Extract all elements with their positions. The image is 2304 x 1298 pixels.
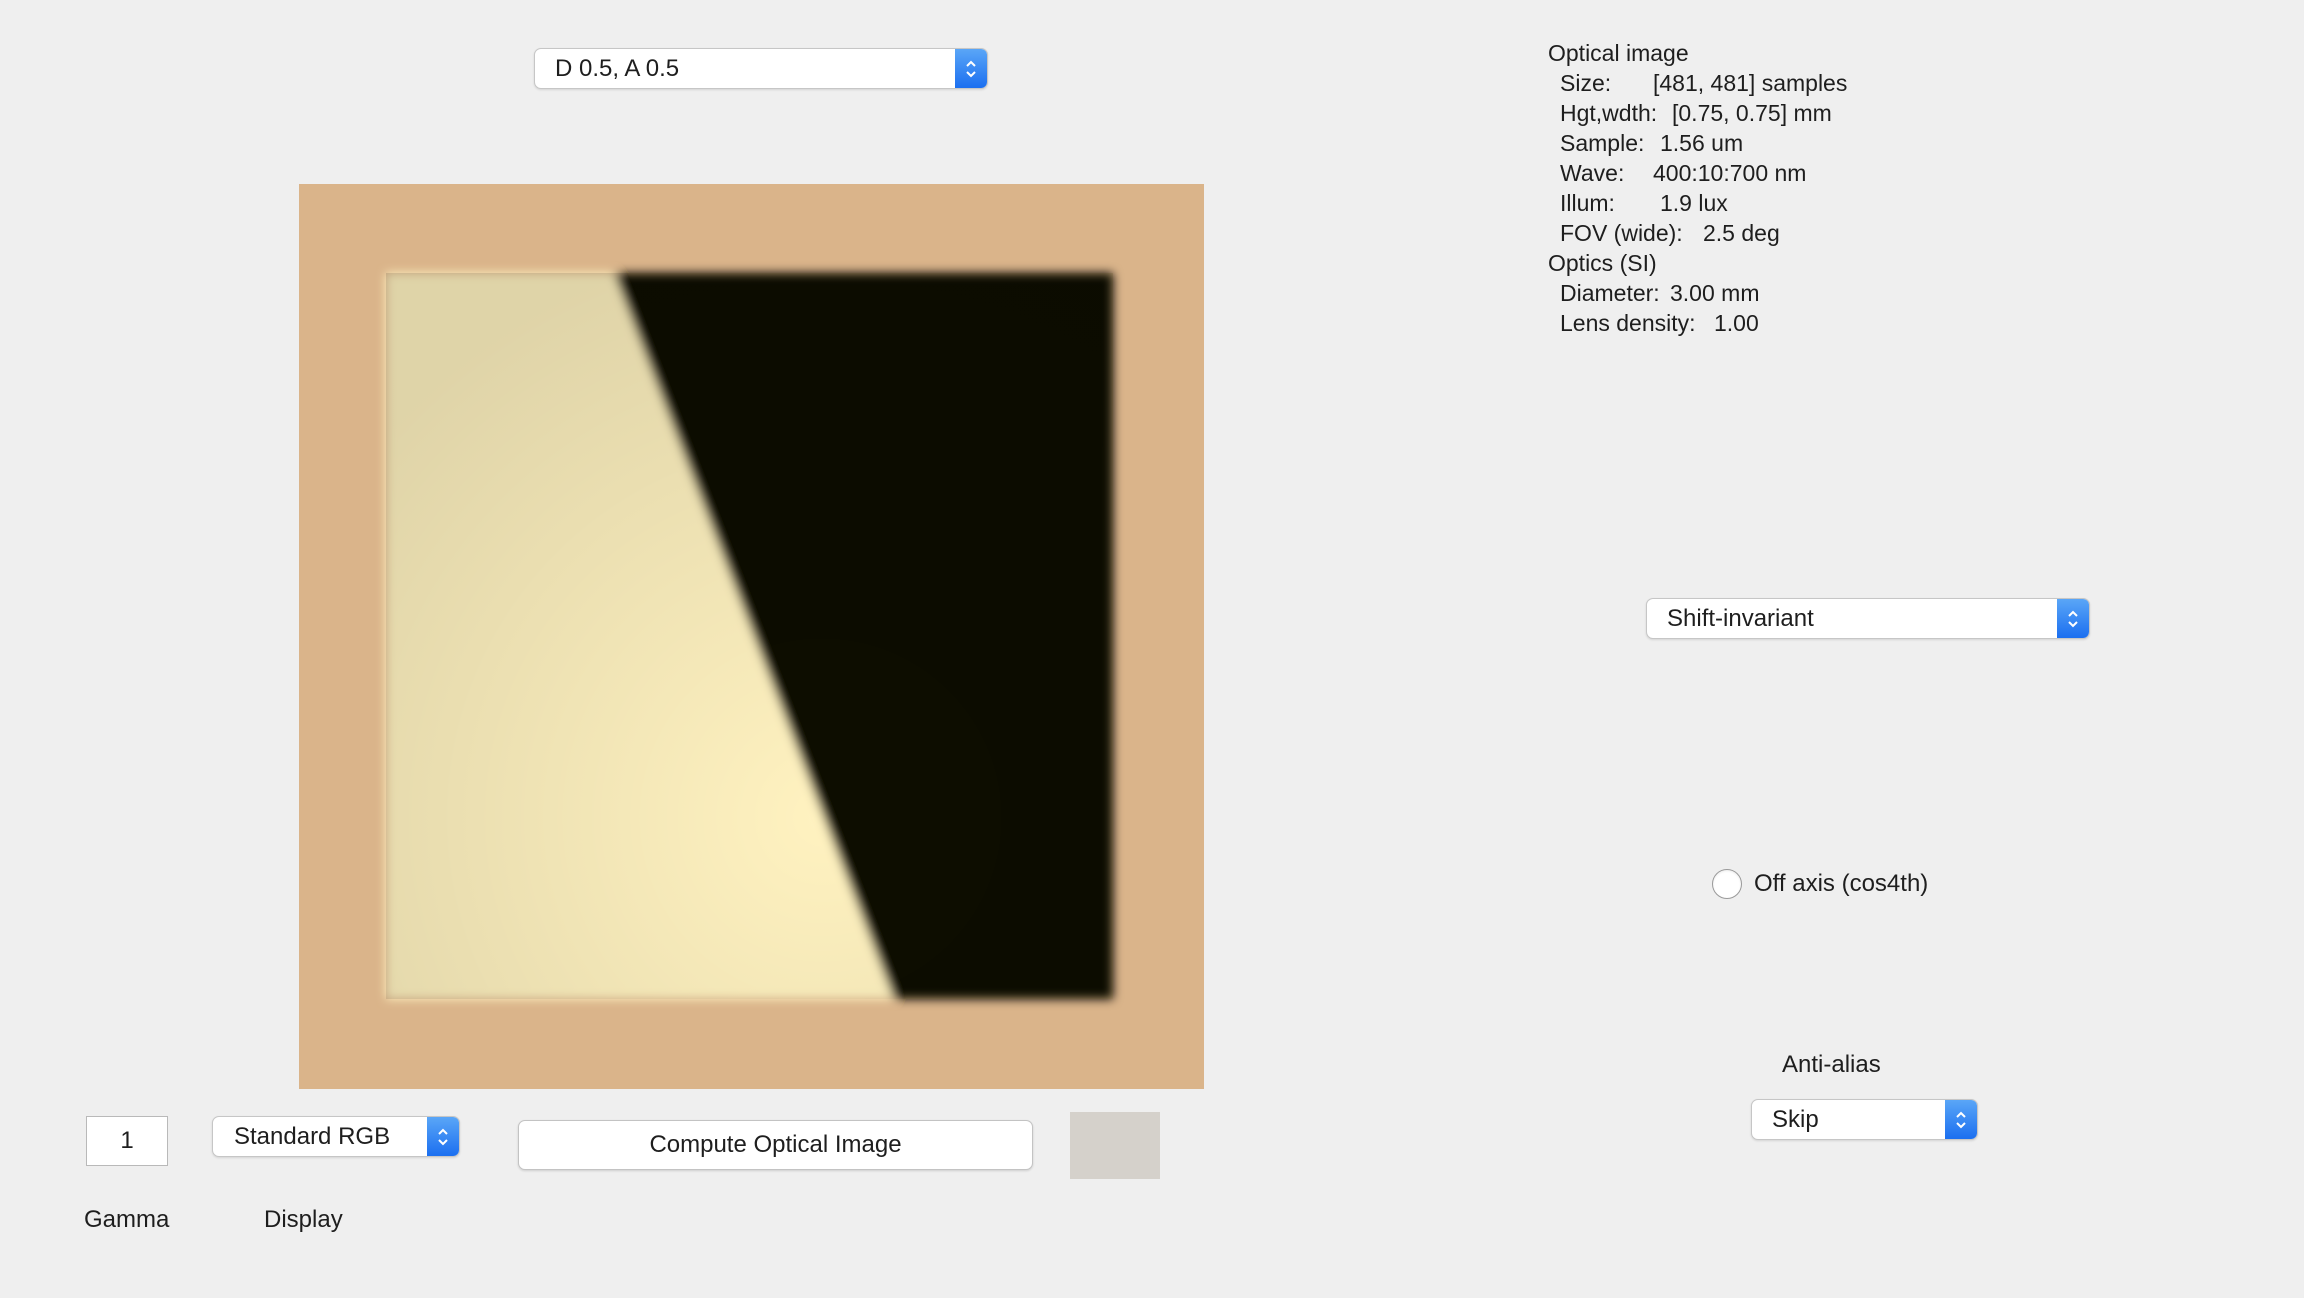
off-axis-radio[interactable]: Off axis (cos4th): [1712, 867, 1928, 901]
illum-value: 1.9 lux: [1660, 190, 1728, 216]
chevron-updown-icon: [427, 1117, 459, 1156]
anti-alias-label: Anti-alias: [1782, 1051, 1881, 1078]
lens-density-label: Lens density:: [1560, 310, 1696, 336]
chevron-updown-icon: [2057, 599, 2089, 638]
chevron-updown-icon: [1945, 1100, 1977, 1139]
optics-model-select[interactable]: Shift-invariant: [1646, 598, 2090, 639]
optics-model-value: Shift-invariant: [1667, 604, 1814, 632]
display-select-value: Standard RGB: [234, 1122, 391, 1150]
optical-image-heading: Optical image: [1548, 40, 1689, 66]
illum-label: Illum:: [1560, 190, 1615, 216]
compute-optical-image-button[interactable]: Compute Optical Image: [518, 1120, 1033, 1170]
wave-label: Wave:: [1560, 160, 1625, 186]
sample-label: Sample:: [1560, 130, 1645, 156]
chevron-updown-icon: [955, 49, 987, 88]
gamma-label: Gamma: [84, 1206, 170, 1233]
display-label: Display: [264, 1206, 343, 1233]
optical-image-view: [299, 184, 1204, 1089]
illuminant-select-value: D 0.5, A 0.5: [555, 54, 680, 82]
display-select[interactable]: Standard RGB: [212, 1116, 460, 1157]
size-label: Size:: [1560, 70, 1612, 96]
diameter-value: 3.00 mm: [1670, 280, 1760, 306]
sample-value: 1.56 um: [1660, 130, 1744, 156]
gamma-input[interactable]: [86, 1116, 168, 1166]
anti-alias-value: Skip: [1772, 1105, 1819, 1133]
anti-alias-select[interactable]: Skip: [1751, 1099, 1978, 1140]
optical-image-render: [386, 273, 1113, 999]
compute-button-label: Compute Optical Image: [649, 1131, 902, 1158]
size-value: [481, 481] samples: [1653, 70, 1848, 96]
fov-label: FOV (wide):: [1560, 220, 1683, 246]
color-swatch: [1070, 1112, 1160, 1179]
hgt-wdth-value: [0.75, 0.75] mm: [1672, 100, 1832, 126]
diameter-label: Diameter:: [1560, 280, 1660, 306]
off-axis-label: Off axis (cos4th): [1754, 870, 1929, 897]
optics-heading: Optics (SI): [1548, 250, 1657, 276]
lens-density-value: 1.00: [1714, 310, 1759, 336]
illuminant-select[interactable]: D 0.5, A 0.5: [534, 48, 988, 89]
radio-circle-icon: [1712, 869, 1742, 899]
wave-value: 400:10:700 nm: [1653, 160, 1807, 186]
hgt-wdth-label: Hgt,wdth:: [1560, 100, 1658, 126]
fov-value: 2.5 deg: [1703, 220, 1780, 246]
